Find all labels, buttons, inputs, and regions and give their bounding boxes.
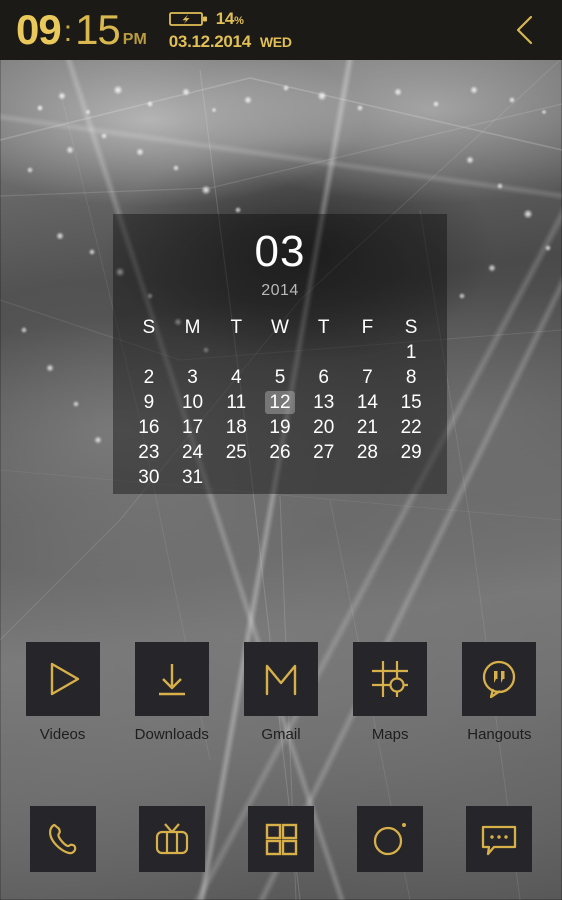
app-label: Gmail	[261, 726, 301, 743]
play-triangle-icon	[50, 662, 79, 696]
calendar-day-cell[interactable]: 30	[127, 466, 171, 489]
calendar-month: 03	[254, 227, 306, 276]
calendar-day-cell[interactable]: 3	[171, 366, 215, 389]
calendar-day-cell[interactable]: 6	[302, 366, 346, 389]
battery-charging-icon	[168, 11, 207, 26]
download-arrow-icon	[158, 664, 185, 696]
calendar-weekday-header: S	[142, 317, 156, 338]
calendar-day-cell[interactable]: 15	[389, 391, 433, 414]
app-tile[interactable]	[134, 642, 209, 716]
calendar-day-cell[interactable]: 25	[214, 441, 258, 464]
clock[interactable]: 09 : 15 PM	[16, 9, 147, 51]
dock-camera[interactable]	[344, 806, 436, 872]
calendar-day-cell[interactable]: 2	[127, 366, 171, 389]
calendar-day-cell[interactable]: 24	[171, 441, 215, 464]
date-text: 03.12.2014	[168, 31, 251, 51]
calendar-weekday-header: T	[317, 317, 330, 338]
calendar-widget[interactable]: 03 2014 SMTWTFS......1234567891011121314…	[113, 214, 447, 494]
status-date-battery: 14% 03.12.2014 WED	[169, 9, 292, 52]
calendar-weekday-header: M	[184, 317, 201, 338]
dock-tile[interactable]	[357, 806, 424, 872]
message-bubble-dots-icon	[482, 825, 517, 856]
app-gmail[interactable]: Gmail	[235, 642, 327, 743]
calendar-day-cell[interactable]: 16	[127, 416, 171, 439]
battery-status: 14%	[168, 8, 292, 29]
calendar-day-cell[interactable]: 23	[127, 441, 171, 464]
map-grid-pin-icon	[372, 661, 409, 697]
clock-hour: 09	[16, 6, 62, 53]
calendar-day-cell[interactable]: 21	[346, 416, 390, 439]
calendar-day-cell[interactable]: 10	[171, 391, 215, 414]
app-maps[interactable]: Maps	[344, 642, 436, 743]
clock-minute: 15	[75, 6, 121, 53]
dock-tile[interactable]	[247, 806, 314, 872]
calendar-grid[interactable]: SMTWTFS......123456789101112131415161718…	[127, 316, 433, 489]
app-tile[interactable]	[462, 642, 537, 716]
calendar-weekday-header: W	[271, 317, 289, 338]
app-icon-grid: Videos Downloads Gmail Maps Hangouts	[0, 642, 562, 743]
clock-ampm: PM	[122, 31, 147, 48]
dock-tile[interactable]	[29, 806, 96, 872]
calendar-day-cell[interactable]: 8	[389, 366, 433, 389]
calendar-day-cell[interactable]: 31	[171, 466, 215, 489]
dock-tv[interactable]	[126, 806, 218, 872]
calendar-day-cell[interactable]: 14	[346, 391, 390, 414]
dock-tile[interactable]	[138, 806, 205, 872]
calendar-day-cell[interactable]: 7	[346, 366, 390, 389]
date-row: 03.12.2014 WED	[169, 32, 292, 52]
calendar-weekday-header: S	[404, 317, 418, 338]
calendar-day-cell[interactable]: 17	[171, 416, 215, 439]
app-label: Hangouts	[467, 726, 532, 743]
app-drawer-grid-icon	[265, 823, 298, 856]
home-screen: 09 : 15 PM 14% 03.12.2014 WED 03 2014 S …	[0, 0, 562, 900]
battery-percent: 14%	[215, 8, 244, 28]
app-hangouts[interactable]: Hangouts	[453, 642, 545, 743]
calendar-day-cell[interactable]: 29	[389, 441, 433, 464]
calendar-day-cell[interactable]: 28	[346, 441, 390, 464]
dock-phone[interactable]	[17, 806, 109, 872]
calendar-day-cell[interactable]: 27	[302, 441, 346, 464]
calendar-day-cell[interactable]: 19	[258, 416, 302, 439]
app-tile[interactable]	[25, 642, 100, 716]
calendar-day-cell[interactable]: 26	[258, 441, 302, 464]
status-bar: 09 : 15 PM 14% 03.12.2014 WED	[0, 0, 562, 60]
dock-messaging[interactable]	[453, 806, 545, 872]
calendar-day-cell[interactable]: 9	[127, 391, 171, 414]
calendar-weekday-header: F	[361, 317, 374, 338]
speech-bubble-quote-icon	[483, 660, 516, 699]
calendar-day-cell[interactable]: 12	[258, 391, 302, 414]
calendar-day-cell[interactable]: 1	[389, 341, 433, 364]
calendar-year: 2014	[261, 282, 299, 299]
phone-handset-icon	[48, 823, 76, 855]
calendar-day-cell[interactable]: 5	[258, 366, 302, 389]
clock-colon: :	[63, 15, 73, 48]
back-button[interactable]	[512, 13, 538, 47]
app-label: Downloads	[134, 726, 209, 743]
app-tile[interactable]	[243, 642, 318, 716]
weekday-text: WED	[259, 33, 292, 50]
calendar-weekday-header: T	[230, 317, 243, 338]
calendar-day-cell[interactable]: 22	[389, 416, 433, 439]
calendar-day-cell[interactable]: 11	[214, 391, 258, 414]
camera-lens-icon	[374, 823, 407, 856]
calendar-today-highlight: 12	[265, 391, 295, 414]
dock-bar	[0, 806, 562, 872]
app-downloads[interactable]: Downloads	[126, 642, 218, 743]
calendar-day-cell[interactable]: 20	[302, 416, 346, 439]
dock-app-drawer[interactable]	[235, 806, 327, 872]
calendar-day-cell[interactable]: 13	[302, 391, 346, 414]
app-videos[interactable]: Videos	[17, 642, 109, 743]
calendar-day-cell[interactable]: 4	[214, 366, 258, 389]
calendar-day-cell[interactable]: 18	[214, 416, 258, 439]
app-label: Maps	[371, 726, 409, 743]
dock-tile[interactable]	[466, 806, 533, 872]
app-label: Videos	[39, 726, 86, 743]
app-tile[interactable]	[353, 642, 428, 716]
gmail-m-icon	[265, 664, 297, 696]
television-icon	[155, 823, 188, 855]
chevron-left-icon	[516, 15, 533, 45]
